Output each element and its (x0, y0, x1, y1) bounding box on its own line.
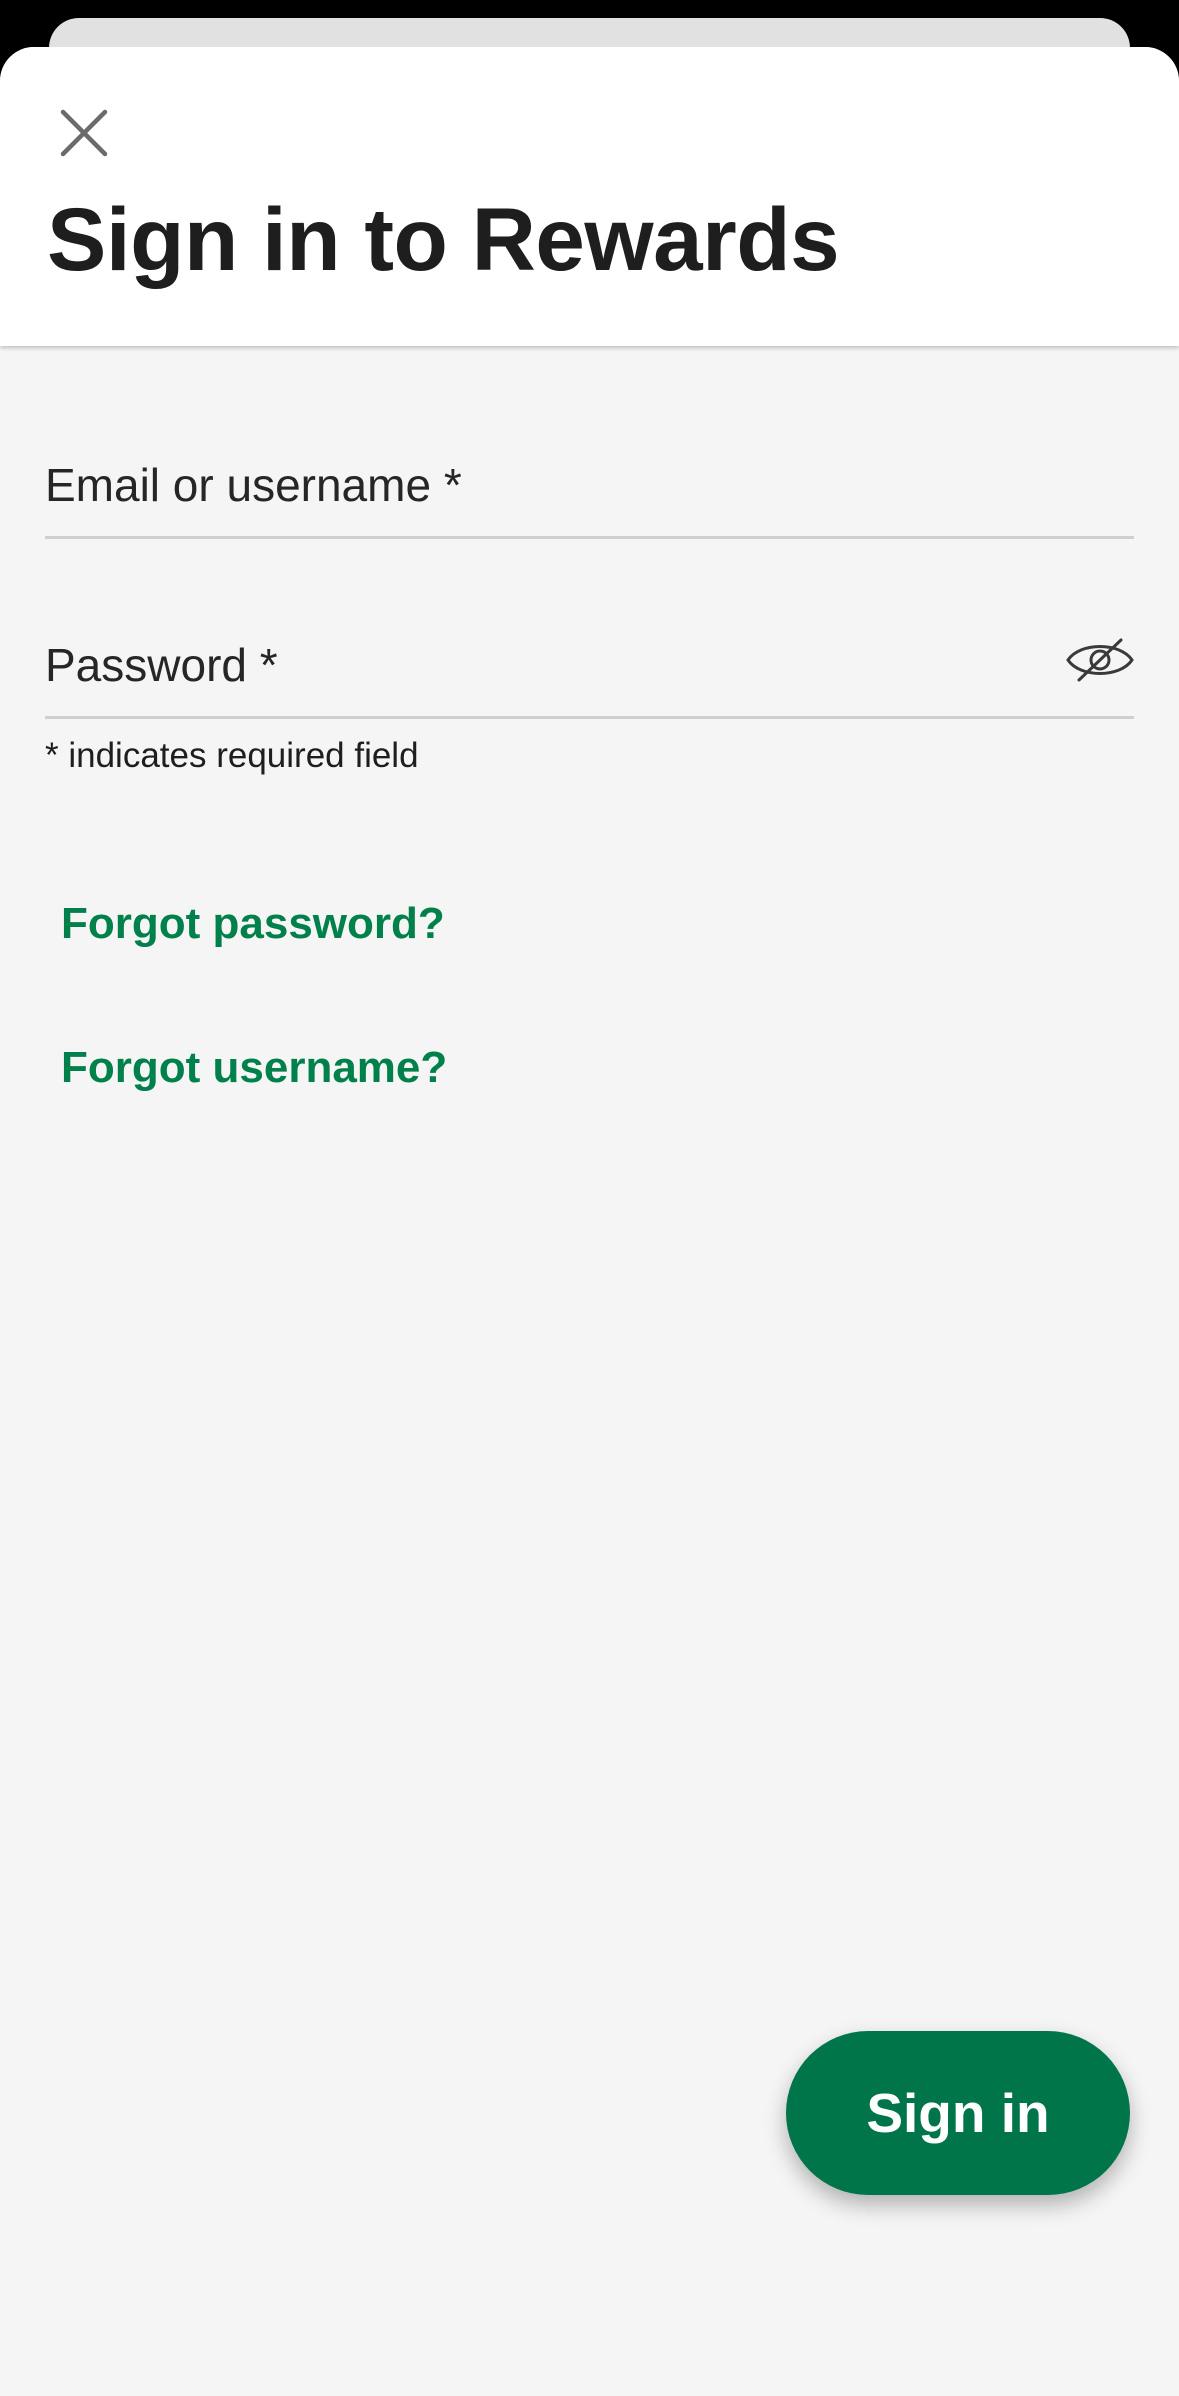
email-field[interactable]: Email or username * (45, 446, 1138, 539)
close-button[interactable] (44, 93, 124, 173)
forgot-username-link[interactable]: Forgot username? (61, 1043, 447, 1093)
password-field[interactable]: Password * (45, 626, 1138, 719)
eye-slash-icon (1066, 638, 1134, 682)
email-input[interactable] (45, 446, 1138, 538)
close-icon (60, 109, 108, 157)
password-visibility-toggle[interactable] (1064, 630, 1136, 690)
required-field-note: * indicates required field (45, 736, 419, 775)
sign-in-button[interactable]: Sign in (786, 2031, 1130, 2195)
password-input[interactable] (45, 626, 1138, 718)
forgot-password-link[interactable]: Forgot password? (61, 899, 445, 949)
page-title: Sign in to Rewards (47, 189, 840, 289)
sheet-header: Sign in to Rewards (0, 47, 1179, 346)
